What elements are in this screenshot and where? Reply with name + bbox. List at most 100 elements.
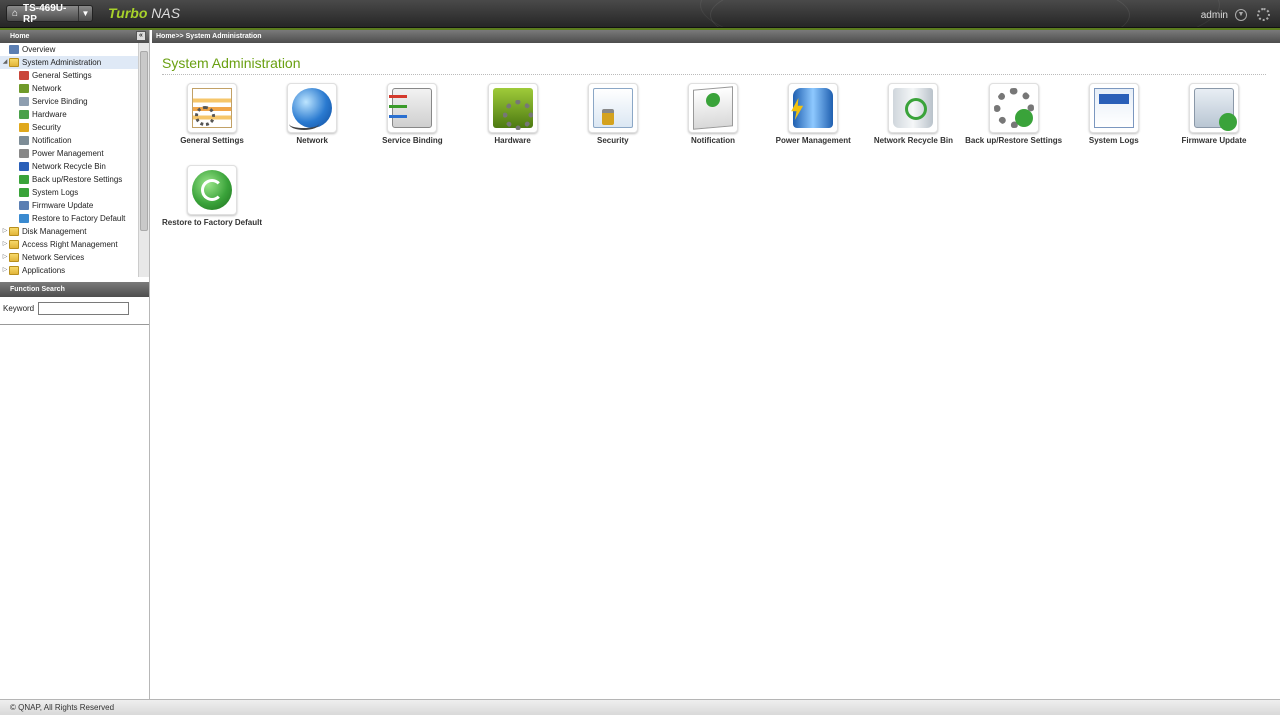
hardware-icon [492,88,533,130]
expand-arrow-icon[interactable]: ▷ [1,238,9,251]
sidebar-item-label: Network Services [22,253,85,262]
notification-tile-frame[interactable] [688,83,738,133]
sidebar-item-disk-management[interactable]: ▷ Disk Management [0,225,149,238]
sidebar-item-back-up-restore-settings[interactable]: Back up/Restore Settings [0,173,149,186]
sidebar-item-label: General Settings [32,71,92,80]
tile-firmware[interactable]: Firmware Update [1164,83,1264,145]
recycle-icon [893,88,934,128]
tile-logs[interactable]: System Logs [1064,83,1164,145]
sidebar-item-security[interactable]: Security [0,121,149,134]
expand-arrow-icon[interactable]: ▷ [1,225,9,238]
tile-label[interactable]: Security [563,136,663,145]
collapse-arrow-icon[interactable]: ◢ [1,56,9,69]
firmware-tile-frame[interactable] [1189,83,1239,133]
power-icon [19,149,29,158]
tile-label[interactable]: Service Binding [362,136,462,145]
hardware-tile-frame[interactable] [487,83,538,133]
sidebar-item-label: System Logs [32,188,79,197]
tile-label[interactable]: System Logs [1064,136,1164,145]
sidebar-item-restore-to-factory-default[interactable]: Restore to Factory Default [0,212,149,225]
brand-text-nas: NAS [151,5,181,21]
tile-factory[interactable]: Restore to Factory Default [162,165,262,227]
sidebar-item-label: Security [32,123,61,132]
function-search-header: Function Search [0,282,149,297]
tile-label[interactable]: Notification [663,136,763,145]
security-icon [19,123,29,132]
collapse-sidebar-icon[interactable]: « [136,31,146,41]
backup-tile-frame[interactable] [988,83,1039,133]
binding-icon [389,88,433,128]
tile-label[interactable]: Firmware Update [1164,136,1264,145]
tile-label[interactable]: Network Recycle Bin [863,136,963,145]
sidebar-item-general-settings[interactable]: General Settings [0,69,149,82]
decorative-swoosh [700,0,1220,27]
general-settings-icon [19,71,29,80]
notification-icon [19,136,29,145]
tile-label[interactable]: Restore to Factory Default [162,218,262,227]
tile-notification[interactable]: Notification [663,83,763,145]
network-tile-frame[interactable] [287,83,338,133]
tile-general[interactable]: General Settings [162,83,262,145]
logs-tile-frame[interactable] [1088,83,1139,133]
tile-security[interactable]: Security [563,83,663,145]
user-menu-chevron-icon[interactable]: ▼ [1235,9,1247,21]
tile-power[interactable]: Power Management [763,83,863,145]
keyword-input[interactable] [38,302,130,315]
tree-scrollbar[interactable] [138,43,149,277]
tile-network[interactable]: Network [262,83,362,145]
sidebar-item-power-management[interactable]: Power Management [0,147,149,160]
tile-label[interactable]: General Settings [162,136,262,145]
tile-label[interactable]: Network [262,136,362,145]
backup-icon [993,88,1034,128]
sidebar-header-label: Home [10,33,30,40]
folder-icon [9,266,19,275]
expand-arrow-icon[interactable]: ▷ [1,264,9,277]
sidebar-item-label: Disk Management [22,227,87,236]
factory-icon [19,214,29,223]
tile-label[interactable]: Hardware [463,136,563,145]
chevron-down-icon[interactable]: ▼ [78,6,92,21]
tile-backup[interactable]: Back up/Restore Settings [964,83,1064,145]
binding-tile-frame[interactable] [387,83,438,133]
expand-arrow-icon[interactable]: ▷ [1,251,9,264]
recycle-tile-frame[interactable] [888,83,939,133]
sidebar-item-label: Overview [22,45,56,54]
tile-recycle[interactable]: Network Recycle Bin [863,83,963,145]
sidebar-item-network-services[interactable]: ▷ Network Services [0,251,149,264]
sidebar-item-access-right-management[interactable]: ▷ Access Right Management [0,238,149,251]
power-tile-frame[interactable] [788,83,839,133]
sidebar-item-system-administration[interactable]: ◢ System Administration [0,56,149,69]
function-search-panel: Function Search Keyword [0,280,149,315]
model-selector-button[interactable]: ⌂ TS-469U-RP ▼ [6,3,93,25]
tile-label[interactable]: Back up/Restore Settings [964,136,1064,145]
sidebar-item-network-recycle-bin[interactable]: Network Recycle Bin [0,160,149,173]
factory-tile-frame[interactable] [187,165,237,215]
sidebar-item-firmware-update[interactable]: Firmware Update [0,199,149,212]
sidebar-item-hardware[interactable]: Hardware [0,108,149,121]
sidebar-item-label: Back up/Restore Settings [32,175,123,184]
sidebar-item-applications[interactable]: ▷ Applications [0,264,149,277]
tile-hardware[interactable]: Hardware [463,83,563,145]
sidebar-item-notification[interactable]: Notification [0,134,149,147]
security-icon [592,88,633,128]
firmware-icon [1194,88,1237,131]
network-icon [19,84,29,93]
tile-label[interactable]: Power Management [763,136,863,145]
breadcrumb: Home>> System Administration [152,30,1280,43]
sidebar-item-system-logs[interactable]: System Logs [0,186,149,199]
general-tile-frame[interactable] [187,83,237,133]
gear-icon[interactable] [1257,8,1270,21]
sidebar-item-label: System Administration [22,58,102,67]
user-name[interactable]: admin [1201,10,1228,21]
tile-binding[interactable]: Service Binding [362,83,462,145]
sidebar-item-overview[interactable]: Overview [0,43,149,56]
sidebar-item-label: Network [32,84,62,93]
sidebar-divider [0,324,149,325]
power-icon [793,88,834,128]
sidebar-item-service-binding[interactable]: Service Binding [0,95,149,108]
sidebar-item-network[interactable]: Network [0,82,149,95]
page-title: System Administration [162,55,301,71]
title-divider [162,74,1266,75]
tree-scrollbar-thumb[interactable] [140,51,148,231]
security-tile-frame[interactable] [587,83,638,133]
